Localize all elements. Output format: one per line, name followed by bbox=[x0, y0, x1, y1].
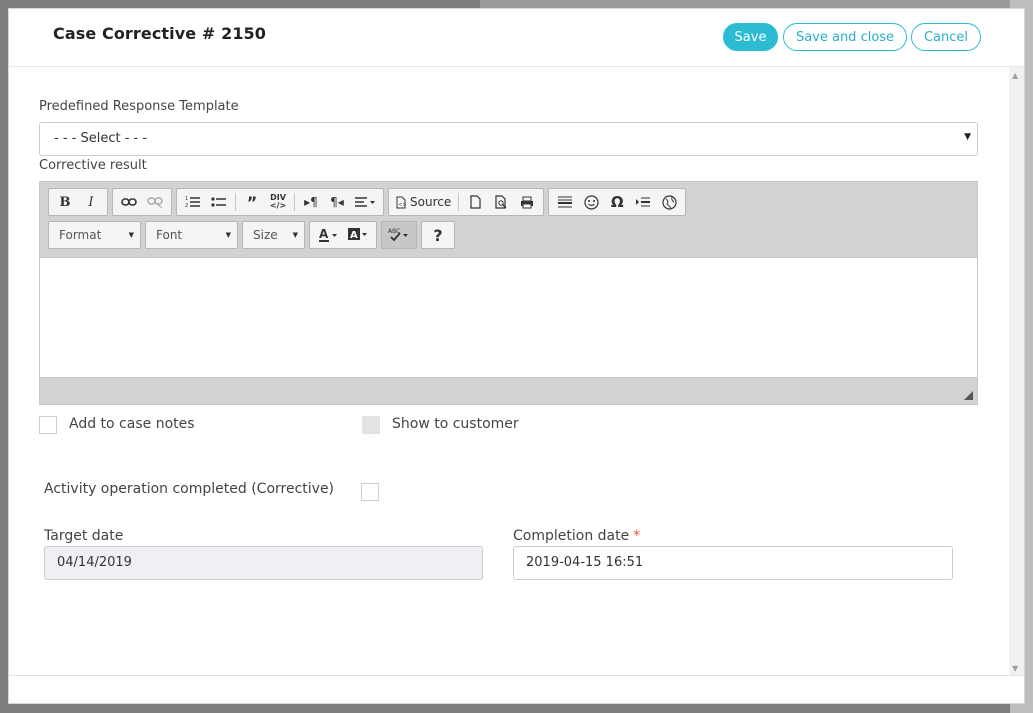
special-char-icon[interactable]: Ω bbox=[604, 191, 630, 213]
print-icon[interactable] bbox=[514, 191, 540, 213]
vertical-scrollbar[interactable]: ▲ ▼ bbox=[1009, 67, 1024, 675]
target-date-label: Target date bbox=[44, 528, 124, 544]
document-group: <> Source bbox=[388, 188, 545, 216]
toolbar-separator bbox=[294, 193, 295, 211]
save-button[interactable]: Save bbox=[723, 23, 778, 51]
modal-header: Case Corrective # 2150 Save Save and clo… bbox=[9, 9, 1024, 67]
template-label: Predefined Response Template bbox=[39, 99, 239, 114]
font-label: Font bbox=[156, 228, 183, 242]
cancel-button[interactable]: Cancel bbox=[911, 23, 981, 51]
caret-down-icon: ▼ bbox=[128, 231, 134, 239]
help-group: ? bbox=[421, 221, 455, 249]
format-label: Format bbox=[59, 228, 102, 242]
template-select[interactable]: - - - Select - - - ▼ bbox=[39, 122, 978, 156]
add-to-case-notes-checkbox[interactable] bbox=[39, 416, 57, 434]
list-group: 12 ” DIV </> ▸¶ ¶◂ bbox=[176, 188, 384, 216]
toolbar-separator bbox=[235, 193, 236, 211]
align-dropdown-icon[interactable] bbox=[350, 191, 380, 213]
div-container-icon[interactable]: DIV </> bbox=[265, 191, 291, 213]
resize-handle-icon[interactable] bbox=[964, 391, 973, 400]
caret-down-icon: ▼ bbox=[292, 231, 298, 239]
scroll-down-icon[interactable]: ▼ bbox=[1012, 664, 1018, 673]
link-group bbox=[112, 188, 172, 216]
editor-content-area[interactable] bbox=[40, 257, 977, 378]
corrective-result-label: Corrective result bbox=[39, 158, 147, 173]
background-strip bbox=[480, 0, 1033, 8]
size-label: Size bbox=[253, 228, 278, 242]
save-and-close-button[interactable]: Save and close bbox=[783, 23, 907, 51]
text-color-icon[interactable]: A bbox=[313, 224, 343, 246]
link-icon[interactable] bbox=[116, 191, 142, 213]
source-button[interactable]: <> Source bbox=[392, 191, 455, 213]
completion-date-label-text: Completion date bbox=[513, 528, 630, 544]
insert-group: Ω bbox=[548, 188, 687, 216]
spellcheck-icon[interactable]: ABC bbox=[385, 224, 413, 246]
caret-down-icon: ▼ bbox=[225, 231, 231, 239]
show-to-customer-checkbox[interactable] bbox=[362, 416, 380, 434]
template-select-value: - - - Select - - - bbox=[54, 131, 148, 146]
svg-text:A: A bbox=[350, 230, 358, 241]
scroll-up-icon[interactable]: ▲ bbox=[1012, 71, 1018, 80]
globe-icon[interactable] bbox=[656, 191, 682, 213]
font-combo[interactable]: Font ▼ bbox=[145, 221, 238, 249]
size-combo[interactable]: Size ▼ bbox=[242, 221, 305, 249]
bold-button[interactable]: B bbox=[52, 191, 78, 213]
background-color-icon[interactable]: A bbox=[343, 224, 373, 246]
unlink-icon[interactable] bbox=[142, 191, 168, 213]
svg-text:<>: <> bbox=[398, 202, 406, 208]
modal-footer bbox=[9, 675, 1024, 703]
modal-title: Case Corrective # 2150 bbox=[53, 24, 267, 43]
blockquote-icon[interactable]: ” bbox=[239, 191, 265, 213]
editor-toolbar-row-1: B I 12 ” DIV </> ▸¶ ¶◂ <> Source Ω bbox=[48, 188, 687, 216]
rich-text-editor: B I 12 ” DIV </> ▸¶ ¶◂ <> Source Ω Forma… bbox=[39, 181, 978, 405]
svg-text:A: A bbox=[319, 227, 329, 241]
svg-text:2: 2 bbox=[185, 203, 188, 209]
ltr-direction-icon[interactable]: ▸¶ bbox=[298, 191, 324, 213]
caret-down-icon: ▼ bbox=[964, 132, 971, 142]
activity-completed-label: Activity operation completed (Corrective… bbox=[44, 481, 335, 497]
svg-text:1: 1 bbox=[185, 196, 188, 202]
show-to-customer-label: Show to customer bbox=[392, 416, 519, 432]
completion-date-label: Completion date * bbox=[513, 528, 640, 544]
preview-icon[interactable] bbox=[488, 191, 514, 213]
editor-toolbar-row-2: Format ▼ Font ▼ Size ▼ A A ABC ? bbox=[48, 221, 455, 249]
help-icon[interactable]: ? bbox=[425, 224, 451, 246]
corrective-modal: Case Corrective # 2150 Save Save and clo… bbox=[8, 8, 1025, 704]
target-date-field: 04/14/2019 bbox=[44, 546, 483, 580]
activity-completed-checkbox[interactable] bbox=[361, 483, 379, 501]
toolbar-separator bbox=[458, 193, 460, 211]
horizontal-rule-icon[interactable] bbox=[552, 191, 578, 213]
rtl-direction-icon[interactable]: ¶◂ bbox=[324, 191, 350, 213]
source-label: Source bbox=[410, 195, 452, 209]
spellcheck-group: ABC bbox=[381, 221, 417, 249]
numbered-list-icon[interactable]: 12 bbox=[180, 191, 206, 213]
color-group: A A bbox=[309, 221, 377, 249]
completion-date-field[interactable]: 2019-04-15 16:51 bbox=[513, 546, 953, 580]
required-marker: * bbox=[633, 528, 641, 544]
basic-styles-group: B I bbox=[48, 188, 108, 216]
page-break-icon[interactable] bbox=[630, 191, 656, 213]
new-page-icon[interactable] bbox=[462, 191, 488, 213]
add-to-case-notes-label: Add to case notes bbox=[69, 416, 195, 432]
smiley-icon[interactable] bbox=[578, 191, 604, 213]
italic-button[interactable]: I bbox=[78, 191, 104, 213]
format-combo[interactable]: Format ▼ bbox=[48, 221, 141, 249]
bulleted-list-icon[interactable] bbox=[206, 191, 232, 213]
